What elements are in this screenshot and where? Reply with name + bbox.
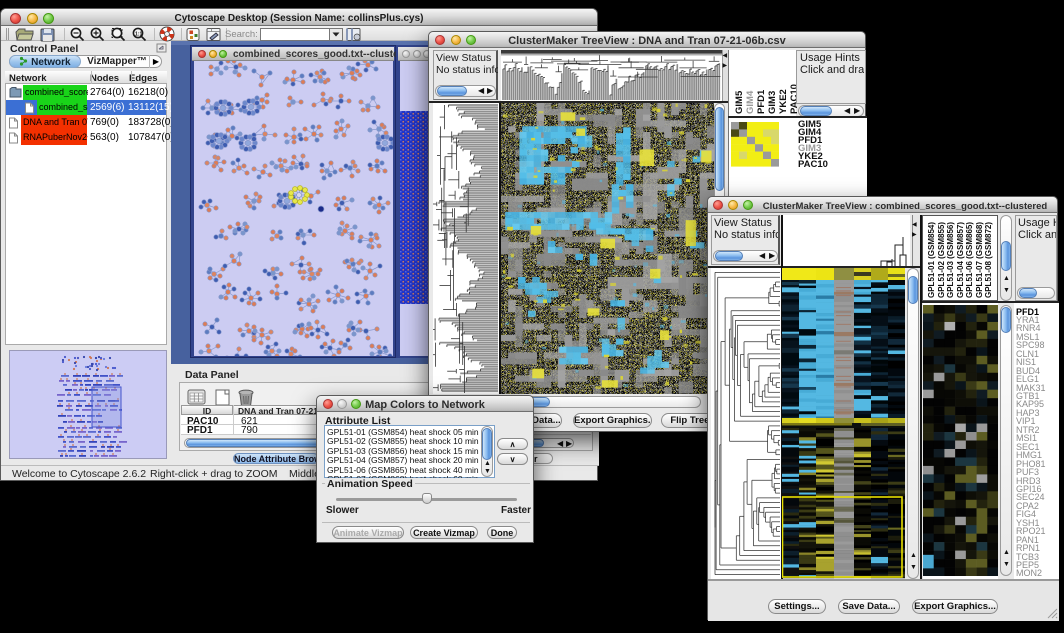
svg-text:1:1: 1:1: [135, 32, 142, 38]
svg-text:Search:: Search:: [225, 29, 258, 40]
